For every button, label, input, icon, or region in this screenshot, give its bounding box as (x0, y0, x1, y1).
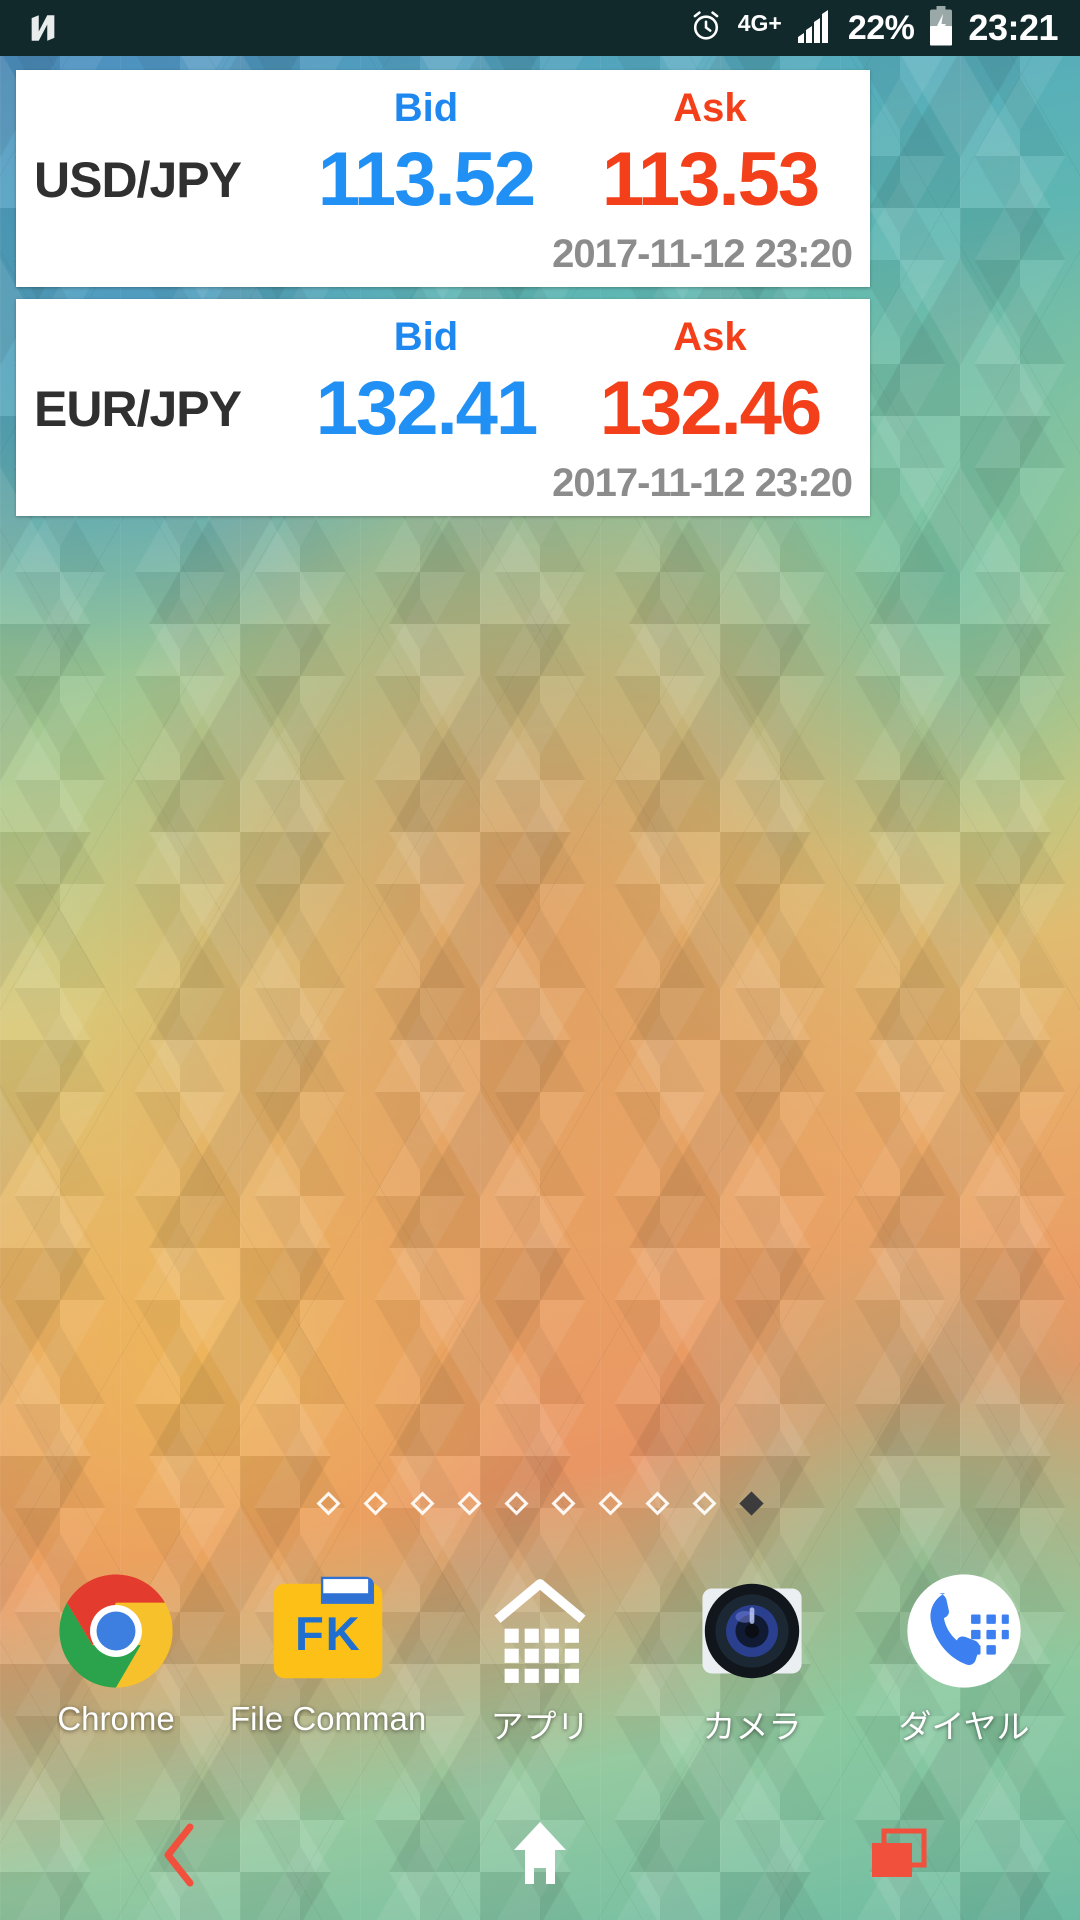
ask-price-value: 113.53 (601, 137, 820, 222)
page-dot-active[interactable] (739, 1491, 764, 1516)
svg-text:F: F (295, 1608, 324, 1661)
battery-charging-icon (928, 5, 954, 51)
page-dot[interactable] (316, 1491, 341, 1516)
page-dot[interactable] (645, 1491, 670, 1516)
ask-column-header: Ask (673, 314, 747, 359)
page-indicator[interactable] (0, 1491, 1080, 1516)
ask-column-header: Ask (673, 85, 747, 130)
dialer-icon (905, 1572, 1023, 1690)
quote-timestamp: 2017-11-12 23:20 (552, 461, 853, 505)
home-screen-dock: Chrome F K File Commander (0, 1572, 1080, 1772)
svg-text:K: K (326, 1608, 360, 1661)
bid-column-header: Bid (393, 85, 459, 130)
home-icon (514, 1822, 566, 1884)
signal-bars-icon (796, 9, 834, 48)
forex-widget-stack: Bid Ask USD/JPY 113.52 113.53 2017-11-12… (16, 70, 870, 516)
alarm-clock-icon (688, 8, 724, 49)
currency-pair-label: EUR/JPY (34, 381, 242, 437)
forex-widget-card[interactable]: Bid Ask EUR/JPY 132.41 132.46 2017-11-12… (16, 299, 870, 516)
status-bar-left (0, 11, 60, 45)
dock-item-chrome[interactable]: Chrome (18, 1572, 214, 1738)
dock-item-app-drawer[interactable]: アプリ (442, 1572, 638, 1748)
forex-card-header: Bid Ask (34, 84, 852, 132)
dock-label: File Commander (230, 1700, 426, 1737)
page-dot[interactable] (363, 1491, 388, 1516)
battery-percent-label: 22% (847, 9, 915, 47)
forex-card-header: Bid Ask (34, 313, 852, 361)
page-dot[interactable] (410, 1491, 435, 1516)
recents-button[interactable] (825, 1790, 975, 1920)
dock-item-file-commander[interactable]: F K File Commander (230, 1572, 426, 1738)
dock-label: カメラ (702, 1708, 802, 1745)
bid-price-value: 132.41 (315, 366, 538, 451)
recents-icon (872, 1828, 927, 1877)
dock-label: Chrome (57, 1700, 175, 1737)
back-button[interactable] (105, 1790, 255, 1920)
status-bar-clock: 23:21 (968, 7, 1058, 48)
dock-item-dialer[interactable]: ダイヤル (866, 1572, 1062, 1748)
quote-timestamp: 2017-11-12 23:20 (552, 232, 853, 276)
page-dot[interactable] (457, 1491, 482, 1516)
dock-label: アプリ (490, 1708, 590, 1745)
dock-label: ダイヤル (898, 1708, 1030, 1745)
navigation-bar (0, 1790, 1080, 1920)
app-drawer-icon (481, 1572, 599, 1690)
forex-quote-row: USD/JPY 113.52 113.53 (34, 132, 852, 228)
camera-icon (693, 1572, 811, 1690)
page-dot[interactable] (692, 1491, 717, 1516)
network-type-label: 4G+ (737, 9, 782, 36)
chrome-icon (57, 1572, 175, 1690)
forex-widget-card[interactable]: Bid Ask USD/JPY 113.52 113.53 2017-11-12… (16, 70, 870, 287)
currency-pair-label: USD/JPY (34, 152, 242, 208)
page-dot[interactable] (598, 1491, 623, 1516)
dock-item-camera[interactable]: カメラ (654, 1572, 850, 1748)
bid-price-value: 113.52 (317, 137, 536, 222)
ask-price-value: 132.46 (599, 366, 822, 451)
bid-column-header: Bid (393, 314, 459, 359)
forex-quote-row: EUR/JPY 132.41 132.46 (34, 361, 852, 457)
file-commander-icon: F K (269, 1572, 387, 1690)
page-dot[interactable] (504, 1491, 529, 1516)
status-bar[interactable]: 4G+ 22% 23:21 (0, 0, 1080, 56)
status-bar-right: 4G+ 22% 23:21 (688, 5, 1080, 51)
back-chevron-icon (164, 1823, 194, 1887)
page-dot[interactable] (551, 1491, 576, 1516)
home-button[interactable] (465, 1790, 615, 1920)
android-n-logo-icon (26, 11, 60, 45)
